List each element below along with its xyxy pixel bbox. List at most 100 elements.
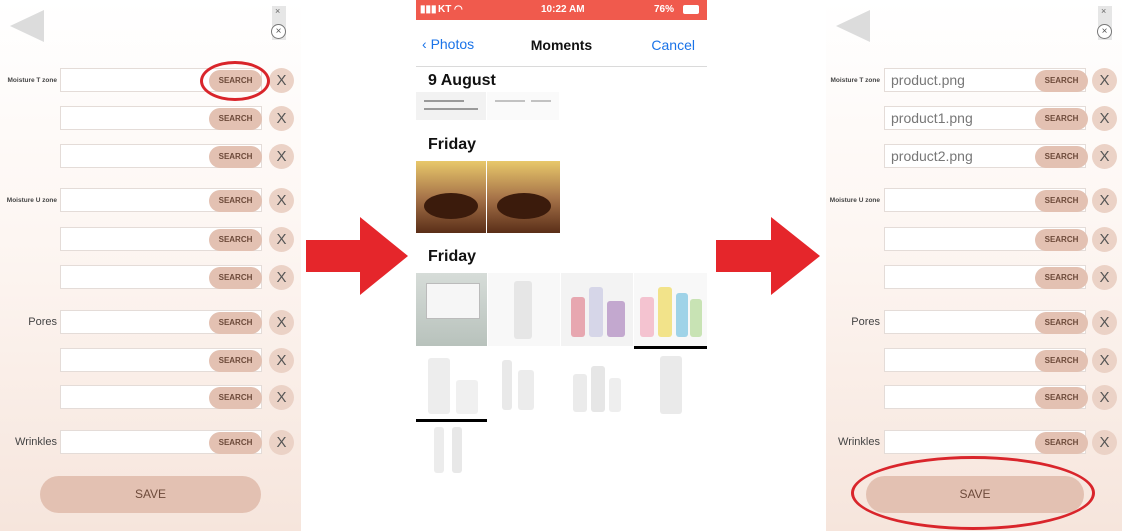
form-row: Pores SEARCH X <box>826 310 1122 336</box>
form-row: SEARCH X <box>0 348 301 374</box>
photo-thumbnail[interactable] <box>561 350 633 420</box>
highlight-ellipse <box>200 61 270 101</box>
battery-label: 76% <box>654 4 675 15</box>
form-row: SEARCH X <box>826 227 1122 253</box>
search-button[interactable]: SEARCH <box>209 432 262 454</box>
form-row: Moisture U zone SEARCH X <box>826 188 1122 214</box>
back-arrow-icon[interactable] <box>836 10 870 42</box>
search-button[interactable]: SEARCH <box>209 108 262 130</box>
clock-label: 10:22 AM <box>541 4 585 15</box>
row-label: Moisture T zone <box>830 77 880 84</box>
photo-thumbnail[interactable] <box>487 92 559 120</box>
clear-button[interactable]: X <box>269 68 294 93</box>
clear-button[interactable]: X <box>1092 430 1117 455</box>
photo-thumbnail[interactable] <box>416 423 487 476</box>
search-button[interactable]: SEARCH <box>209 146 262 168</box>
close-widget-icon[interactable]: × × <box>1097 6 1112 40</box>
clear-button[interactable]: X <box>269 188 294 213</box>
photo-thumbnail[interactable] <box>416 161 486 233</box>
highlight-ellipse <box>851 456 1095 530</box>
field-value: product.png <box>891 72 965 88</box>
form-row: Wrinkles SEARCH X <box>0 430 301 456</box>
form-row: product2.png SEARCH X <box>826 144 1122 170</box>
search-button[interactable]: SEARCH <box>1035 146 1088 168</box>
selection-indicator <box>416 419 487 422</box>
photo-thumbnail[interactable] <box>487 161 560 233</box>
form-row: Moisture U zone SEARCH X <box>0 188 301 214</box>
nav-bar: ‹ Photos Moments Cancel <box>416 26 707 67</box>
form-row: SEARCH X <box>826 385 1122 411</box>
back-arrow-icon[interactable] <box>10 10 44 42</box>
selection-indicator <box>634 346 707 349</box>
photo-thumbnail[interactable] <box>416 92 486 120</box>
right-arrow-icon <box>716 217 820 295</box>
search-button[interactable]: SEARCH <box>209 387 262 409</box>
save-button[interactable]: SAVE <box>40 476 261 513</box>
close-widget-icon[interactable]: × × <box>271 6 286 40</box>
search-button[interactable]: SEARCH <box>1035 387 1088 409</box>
row-label: Wrinkles <box>15 436 57 448</box>
right-arrow-icon <box>306 217 408 295</box>
search-button[interactable]: SEARCH <box>1035 108 1088 130</box>
section-title: Friday <box>428 136 477 153</box>
clear-button[interactable]: X <box>1092 265 1117 290</box>
photo-thumbnail[interactable] <box>416 273 487 346</box>
clear-button[interactable]: X <box>1092 227 1117 252</box>
photo-thumbnail[interactable] <box>488 273 560 346</box>
row-label: Pores <box>28 316 57 328</box>
photo-thumbnail[interactable] <box>488 350 560 420</box>
photo-picker-screen: ▮▮▮ KT ◠ 10:22 AM 76% ‹ Photos Moments C… <box>416 0 707 476</box>
row-label: Wrinkles <box>838 436 880 448</box>
search-button[interactable]: SEARCH <box>1035 350 1088 372</box>
clear-button[interactable]: X <box>269 430 294 455</box>
status-bar: ▮▮▮ KT ◠ 10:22 AM 76% <box>416 0 707 20</box>
search-button[interactable]: SEARCH <box>209 267 262 289</box>
search-button[interactable]: SEARCH <box>1035 312 1088 334</box>
cancel-button[interactable]: Cancel <box>651 37 695 53</box>
form-row: SEARCH X <box>0 227 301 253</box>
field-value: product1.png <box>891 110 973 126</box>
search-button[interactable]: SEARCH <box>1035 190 1088 212</box>
signal-icon: ▮▮▮ <box>420 4 437 15</box>
form-row: Pores SEARCH X <box>0 310 301 336</box>
search-button[interactable]: SEARCH <box>1035 267 1088 289</box>
clear-button[interactable]: X <box>269 348 294 373</box>
clear-button[interactable]: X <box>1092 68 1117 93</box>
right-product-form-screen: × × Moisture T zone product.png SEARCH X … <box>826 0 1122 531</box>
photo-thumbnail[interactable] <box>416 350 487 420</box>
clear-button[interactable]: X <box>269 227 294 252</box>
battery-icon <box>683 5 699 14</box>
wifi-icon: ◠ <box>454 4 463 15</box>
clear-button[interactable]: X <box>269 385 294 410</box>
row-label: Moisture U zone <box>829 197 880 204</box>
search-button[interactable]: SEARCH <box>209 190 262 212</box>
photo-thumbnail[interactable] <box>561 273 633 346</box>
search-button[interactable]: SEARCH <box>1035 432 1088 454</box>
clear-button[interactable]: X <box>1092 144 1117 169</box>
photo-thumbnail[interactable] <box>634 350 707 420</box>
search-button[interactable]: SEARCH <box>1035 229 1088 251</box>
clear-button[interactable]: X <box>269 106 294 131</box>
clear-button[interactable]: X <box>1092 310 1117 335</box>
clear-button[interactable]: X <box>269 265 294 290</box>
form-row: product1.png SEARCH X <box>826 106 1122 132</box>
carrier-label: KT <box>438 4 452 15</box>
clear-button[interactable]: X <box>1092 385 1117 410</box>
form-row: Moisture T zone product.png SEARCH X <box>826 68 1122 94</box>
form-row: SEARCH X <box>826 265 1122 291</box>
row-label: Moisture T zone <box>7 77 57 84</box>
search-button[interactable]: SEARCH <box>209 312 262 334</box>
left-product-form-screen: × × Moisture T zone SEARCH X SEARCH X SEA… <box>0 0 301 531</box>
row-label: Moisture U zone <box>6 197 57 204</box>
clear-button[interactable]: X <box>1092 106 1117 131</box>
photo-thumbnail[interactable] <box>634 273 707 346</box>
clear-button[interactable]: X <box>1092 348 1117 373</box>
clear-button[interactable]: X <box>269 144 294 169</box>
clear-button[interactable]: X <box>1092 188 1117 213</box>
form-row: SEARCH X <box>0 144 301 170</box>
form-row: SEARCH X <box>0 106 301 132</box>
clear-button[interactable]: X <box>269 310 294 335</box>
search-button[interactable]: SEARCH <box>1035 70 1088 92</box>
search-button[interactable]: SEARCH <box>209 229 262 251</box>
search-button[interactable]: SEARCH <box>209 350 262 372</box>
